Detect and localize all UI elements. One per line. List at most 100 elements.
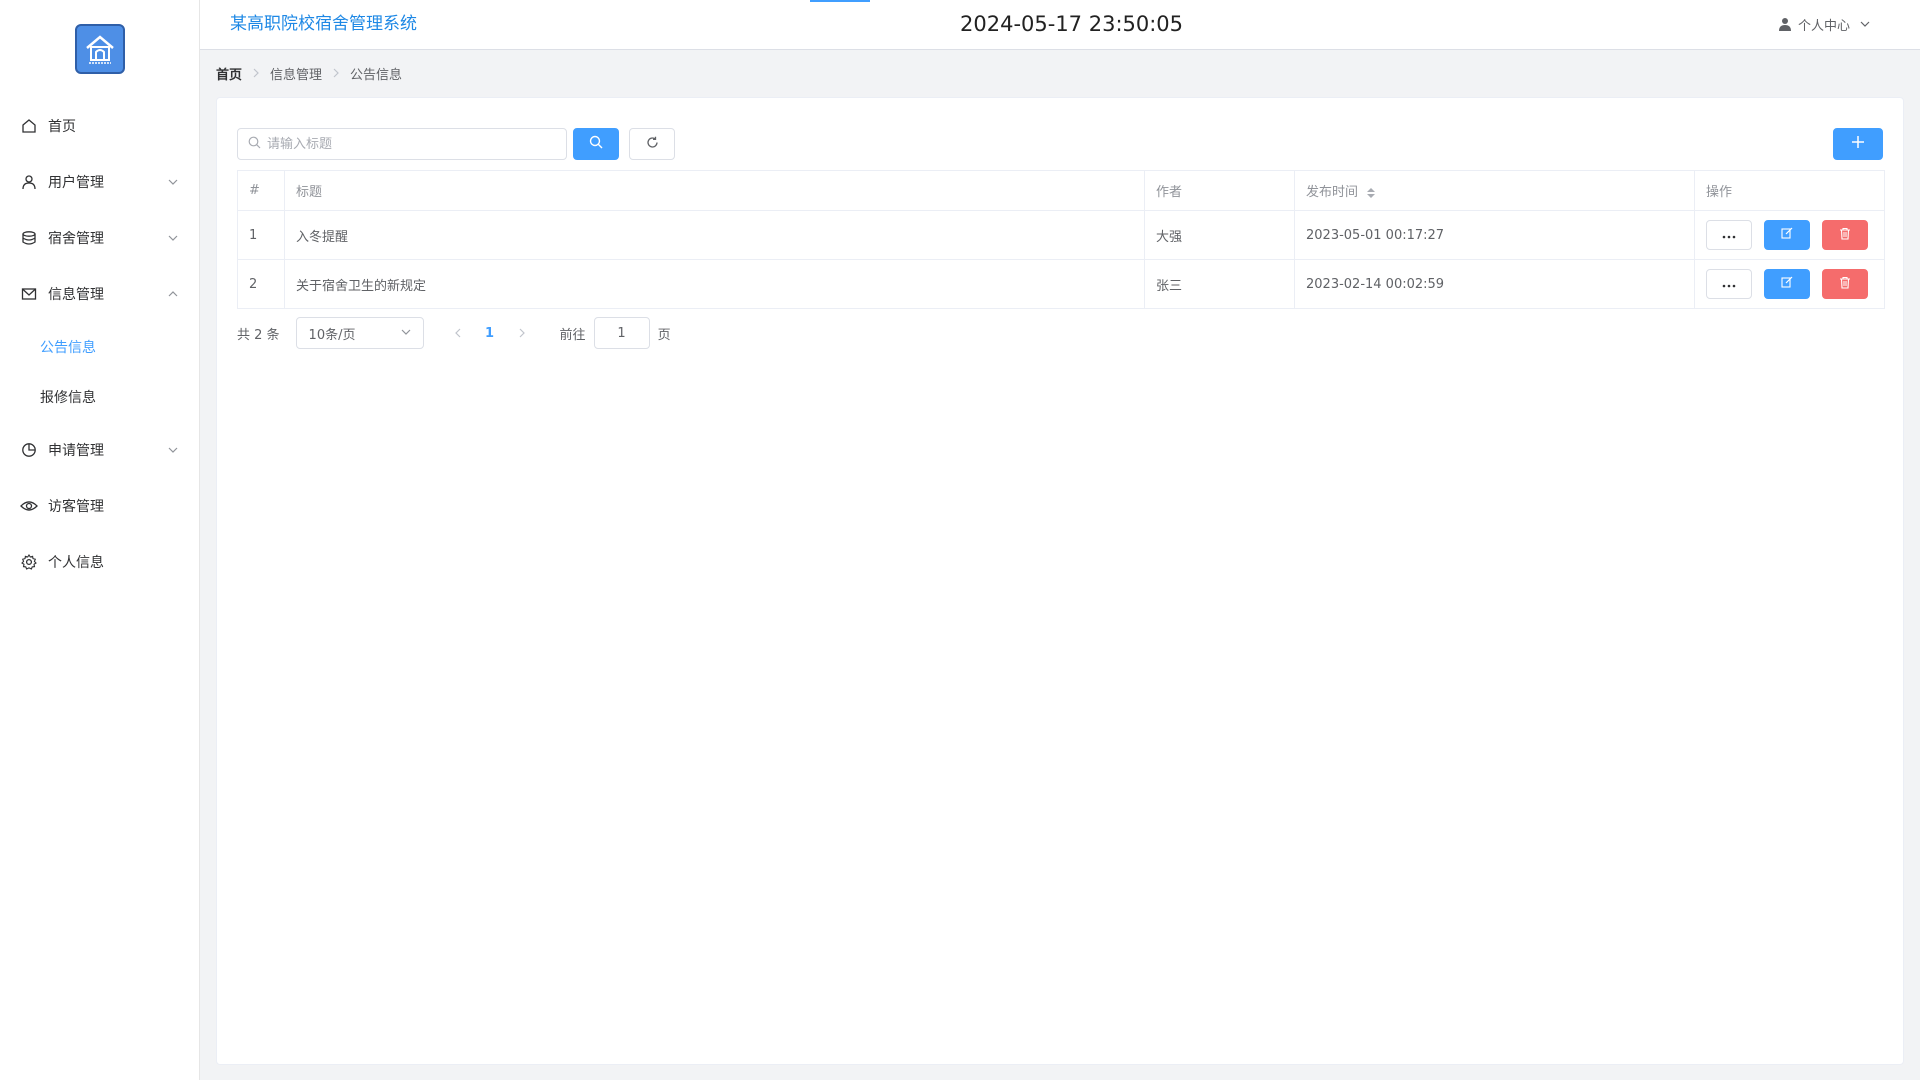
app-root: 首页 用户管理 宿舍管理 信息管理 公告信息 报修信息 申请管理 访客管理 个人…	[0, 0, 1920, 1080]
system-title: 某高职院校宿舍管理系统	[230, 14, 417, 34]
top-header: 某高职院校宿舍管理系统 2024-05-17 23:50:05 个人中心	[200, 0, 1920, 50]
next-page-button[interactable]	[508, 317, 536, 349]
search-icon	[589, 135, 603, 153]
sidebar-item-users[interactable]: 用户管理	[0, 154, 199, 210]
plus-icon	[1851, 135, 1865, 153]
refresh-icon	[646, 136, 659, 153]
mail-icon	[20, 285, 38, 303]
sidebar-item-visitors[interactable]: 访客管理	[0, 478, 199, 534]
search-icon	[248, 136, 261, 153]
header-index: #	[237, 170, 285, 211]
user-icon	[1778, 17, 1792, 31]
user-icon	[20, 173, 38, 191]
add-button[interactable]	[1833, 128, 1883, 160]
chevron-down-icon	[1860, 19, 1870, 29]
chevron-right-icon	[519, 328, 525, 338]
user-center-dropdown[interactable]: 个人中心	[1778, 0, 1870, 48]
delete-button[interactable]	[1822, 220, 1868, 250]
sort-icon[interactable]	[1367, 187, 1376, 199]
toolbar	[237, 128, 675, 160]
sidebar-item-label: 用户管理	[48, 175, 104, 191]
sidebar-subitem-repairs[interactable]: 报修信息	[0, 372, 199, 422]
sidebar-item-profile[interactable]: 个人信息	[0, 534, 199, 590]
more-button[interactable]	[1706, 220, 1752, 250]
cell-time: 2023-02-14 00:02:59	[1294, 259, 1695, 309]
sidebar-item-label: 信息管理	[48, 287, 104, 303]
content-card: # 标题 作者 发布时间 操作 1	[216, 97, 1904, 1065]
goto-label: 前往	[559, 327, 586, 343]
header-publish-time-label: 发布时间	[1306, 185, 1359, 200]
sidebar: 首页 用户管理 宿舍管理 信息管理 公告信息 报修信息 申请管理 访客管理 个人…	[0, 0, 200, 1080]
sidebar-item-home[interactable]: 首页	[0, 98, 199, 154]
search-button[interactable]	[573, 128, 619, 160]
chevron-down-icon	[401, 326, 411, 341]
cell-author: 大强	[1144, 210, 1295, 260]
edit-icon	[1781, 276, 1793, 292]
eye-icon	[20, 497, 38, 515]
more-icon	[1722, 228, 1736, 243]
edit-button[interactable]	[1764, 220, 1810, 250]
search-box	[237, 128, 567, 160]
breadcrumb-current: 公告信息	[350, 67, 403, 83]
search-input[interactable]	[267, 130, 566, 158]
chevron-right-icon	[332, 68, 340, 78]
chevron-up-icon	[167, 288, 179, 300]
goto-page-input[interactable]	[593, 317, 650, 349]
more-icon	[1722, 277, 1736, 292]
breadcrumb-info: 信息管理	[270, 67, 323, 83]
edit-button[interactable]	[1764, 269, 1810, 299]
sidebar-item-label: 宿舍管理	[48, 231, 104, 247]
prev-page-button[interactable]	[444, 317, 472, 349]
home-icon	[20, 117, 38, 135]
cell-time: 2023-05-01 00:17:27	[1294, 210, 1695, 260]
database-icon	[20, 229, 38, 247]
header-author: 作者	[1144, 170, 1295, 211]
sidebar-subitem-label: 报修信息	[40, 390, 96, 406]
table-row: 2 关于宿舍卫生的新规定 张三 2023-02-14 00:02:59	[237, 259, 1885, 309]
pagination-total: 共 2 条	[237, 327, 280, 343]
chevron-right-icon	[252, 68, 260, 78]
cell-title: 入冬提醒	[284, 210, 1145, 260]
delete-button[interactable]	[1822, 269, 1868, 299]
house-icon[interactable]	[74, 24, 125, 74]
sidebar-item-label: 访客管理	[48, 499, 104, 515]
cell-title: 关于宿舍卫生的新规定	[284, 259, 1145, 309]
cell-index: 1	[237, 210, 285, 260]
header-publish-time[interactable]: 发布时间	[1294, 170, 1695, 211]
sidebar-item-label: 个人信息	[48, 555, 104, 571]
sidebar-subitem-announcements[interactable]: 公告信息	[0, 322, 199, 372]
cell-actions	[1694, 210, 1885, 260]
page-size-value: 10条/页	[308, 327, 356, 343]
sidebar-item-dorms[interactable]: 宿舍管理	[0, 210, 199, 266]
announcement-table: # 标题 作者 发布时间 操作 1 入冬提醒 大强 2023-05-01 00:…	[237, 170, 1885, 309]
chevron-down-icon	[167, 444, 179, 456]
sidebar-menu: 首页 用户管理 宿舍管理 信息管理 公告信息 报修信息 申请管理 访客管理 个人…	[0, 98, 199, 590]
sidebar-subitem-label: 公告信息	[40, 340, 96, 356]
cell-author: 张三	[1144, 259, 1295, 309]
page-number-current[interactable]: 1	[472, 326, 508, 341]
page-size-select[interactable]: 10条/页	[295, 317, 424, 349]
trash-icon	[1839, 227, 1851, 244]
chevron-down-icon	[167, 176, 179, 188]
header-active-indicator	[810, 0, 870, 2]
pie-chart-icon	[20, 441, 38, 459]
gear-icon	[20, 553, 38, 571]
reset-button[interactable]	[629, 128, 675, 160]
pagination: 共 2 条 10条/页 1 前往 页	[237, 317, 671, 349]
header-title: 标题	[284, 170, 1145, 211]
sidebar-item-label: 首页	[48, 119, 76, 135]
chevron-down-icon	[167, 232, 179, 244]
table-header-row: # 标题 作者 发布时间 操作	[237, 170, 1885, 211]
chevron-left-icon	[454, 328, 460, 338]
edit-icon	[1781, 227, 1793, 243]
cell-actions	[1694, 259, 1885, 309]
sidebar-item-label: 申请管理	[48, 443, 104, 459]
breadcrumb-home[interactable]: 首页	[216, 64, 242, 83]
sidebar-item-info[interactable]: 信息管理	[0, 266, 199, 322]
cell-index: 2	[237, 259, 285, 309]
more-button[interactable]	[1706, 269, 1752, 299]
sidebar-item-applications[interactable]: 申请管理	[0, 422, 199, 478]
user-center-label: 个人中心	[1797, 18, 1850, 34]
goto-suffix: 页	[657, 327, 671, 343]
header-actions: 操作	[1694, 170, 1885, 211]
